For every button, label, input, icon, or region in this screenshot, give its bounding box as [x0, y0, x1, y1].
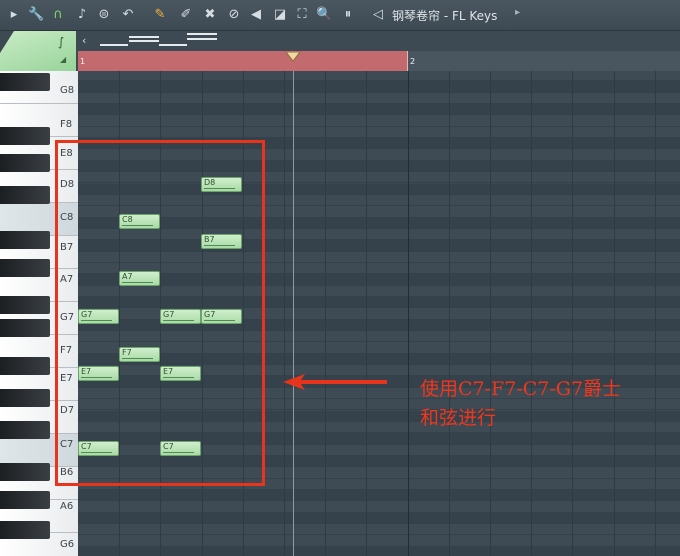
timeline-ruler[interactable]: 1 2: [78, 51, 680, 71]
key-label: F8: [60, 119, 73, 130]
play-menu-icon[interactable]: ▸: [6, 7, 22, 23]
mute-icon[interactable]: ⊘: [226, 7, 242, 23]
black-key[interactable]: [0, 127, 50, 145]
title-arrow-icon[interactable]: ▸: [515, 7, 520, 18]
black-key[interactable]: [0, 319, 50, 337]
wrench-icon[interactable]: 🔧: [28, 7, 44, 23]
grid-row: [78, 115, 680, 127]
grid-row: [78, 512, 680, 524]
grid-beat-line: [654, 71, 656, 556]
bar-number: 1: [80, 57, 86, 66]
menu-circle-icon[interactable]: ⊜: [96, 7, 112, 23]
playhead-marker-icon[interactable]: [286, 52, 300, 62]
zoom-icon[interactable]: 🔍: [316, 7, 332, 23]
pencil-icon[interactable]: ✎: [152, 7, 168, 23]
grid-beat-line: [325, 71, 327, 556]
window-title: 钢琴卷帘 - FL Keys: [392, 9, 498, 23]
grid-beat-line: [366, 71, 368, 556]
magnet-icon[interactable]: ∩: [50, 7, 66, 23]
grid-beat-line: [572, 71, 574, 556]
grid-beat-line: [613, 71, 615, 556]
grid-row: [78, 71, 680, 82]
black-key[interactable]: [0, 231, 50, 249]
slice-icon[interactable]: ◀: [248, 7, 264, 23]
black-key[interactable]: [0, 186, 50, 204]
velocity-curve-icon: ∫: [58, 35, 65, 49]
mini-note: [100, 44, 128, 46]
mini-note: [129, 36, 159, 38]
key-label: G8: [60, 85, 75, 96]
black-key[interactable]: [0, 463, 50, 481]
black-key[interactable]: [0, 421, 50, 439]
mini-note-strip: [78, 31, 680, 51]
annotation-text: 使用C7-F7-C7-G7爵士 和弦进行: [420, 375, 621, 433]
grid-row: [78, 92, 680, 105]
black-key[interactable]: [0, 389, 50, 407]
bar-number: 2: [410, 57, 416, 66]
toolbar: ▸ 🔧 ∩ ♪ ⊜ ↶ ✎ ✐ ✖ ⊘ ◀ ◪ ⛶ 🔍 ⏸ ◁ 钢琴卷帘 - F…: [0, 0, 680, 31]
select-icon[interactable]: ◪: [272, 7, 288, 23]
grid-row: [78, 546, 680, 556]
undo-icon[interactable]: ↶: [120, 7, 136, 23]
speaker-icon[interactable]: ◁: [370, 7, 386, 23]
note-icon[interactable]: ♪: [74, 7, 90, 23]
velocity-tab[interactable]: [0, 31, 76, 71]
key-label: G6: [60, 539, 75, 550]
black-key[interactable]: [0, 259, 50, 277]
black-key[interactable]: [0, 357, 50, 375]
grid-row: [78, 501, 680, 513]
corner-arrow-icon: ◢: [60, 55, 67, 64]
mini-note: [187, 33, 217, 35]
black-key[interactable]: [0, 154, 50, 172]
grid-beat-line: [531, 71, 533, 556]
annotation-arrow-icon: [283, 374, 387, 390]
grid-row: [78, 81, 680, 93]
mini-note: [187, 38, 217, 40]
annotation-box: [55, 140, 265, 486]
zoom-rect-icon[interactable]: ⛶: [294, 7, 310, 23]
grid-beat-line: [407, 71, 409, 556]
grid-beat-line: [490, 71, 491, 556]
black-key[interactable]: [0, 296, 50, 314]
annotation-line-1: 使用C7-F7-C7-G7爵士: [420, 378, 622, 400]
mini-note: [159, 44, 187, 46]
grid-row: [78, 524, 680, 536]
brush-icon[interactable]: ✐: [178, 7, 194, 23]
black-key[interactable]: [0, 491, 50, 509]
grid-row: [78, 126, 680, 139]
grid-row: [78, 489, 680, 502]
mini-note: [129, 40, 159, 42]
delete-icon[interactable]: ✖: [202, 7, 218, 23]
grid-beat-line: [448, 71, 450, 556]
corner-panel: ∫ ◢: [0, 31, 78, 71]
grid-row: [78, 104, 680, 116]
grid-beat-line: [284, 71, 285, 556]
key-label: A6: [60, 501, 74, 512]
loop-region[interactable]: [78, 51, 408, 71]
chevron-left-icon[interactable]: ‹: [82, 33, 96, 49]
annotation-line-2: 和弦进行: [420, 407, 497, 429]
playhead-line: [293, 71, 294, 556]
black-key[interactable]: [0, 521, 50, 539]
grid-row: [78, 535, 680, 547]
black-key[interactable]: [0, 73, 50, 91]
playback-icon[interactable]: ⏸: [340, 7, 356, 23]
